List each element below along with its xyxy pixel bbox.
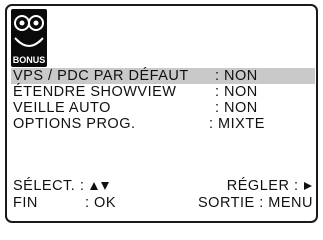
menu-item-value: : NON [215, 100, 258, 116]
exit-hint: SORTIE : MENU [198, 195, 313, 211]
bonus-cassette-icon [14, 15, 44, 47]
menu-item-etendre-showview[interactable]: ÉTENDRE SHOWVIEW : NON [13, 84, 313, 100]
end-value: : OK [85, 195, 117, 211]
bonus-label: BONUS [12, 55, 46, 65]
end-label: FIN [13, 195, 38, 211]
menu-item-label: ÉTENDRE SHOWVIEW [13, 84, 177, 100]
right-arrow-icon [304, 182, 312, 191]
menu-item-veille-auto[interactable]: VEILLE AUTO : NON [13, 100, 313, 116]
footer-nav-hints: SÉLECT. : RÉGLER : [13, 178, 313, 194]
menu-item-value: : MIXTE [209, 116, 265, 132]
menu-item-label: VEILLE AUTO [13, 100, 111, 116]
menu-item-options-prog[interactable]: OPTIONS PROG. : MIXTE [13, 116, 313, 132]
select-label: SÉLECT. : [13, 178, 85, 194]
menu-item-label: VPS / PDC PAR DÉFAUT [13, 68, 189, 84]
up-down-arrows-icon [89, 182, 109, 191]
menu-item-value: : NON [215, 68, 258, 84]
bonus-logo: BONUS [11, 9, 47, 67]
footer-exit-hints: FIN : OK SORTIE : MENU [13, 195, 313, 211]
adjust-label: RÉGLER : [226, 178, 299, 194]
osd-screen: BONUS VPS / PDC PAR DÉFAUT : NON ÉTENDRE… [5, 4, 318, 223]
adjust-hint: RÉGLER : [227, 178, 313, 194]
select-hint: SÉLECT. : [13, 178, 111, 194]
menu-item-value: : NON [215, 84, 258, 100]
menu-item-vps-pdc[interactable]: VPS / PDC PAR DÉFAUT : NON [11, 68, 315, 84]
menu-item-label: OPTIONS PROG. [13, 116, 136, 132]
